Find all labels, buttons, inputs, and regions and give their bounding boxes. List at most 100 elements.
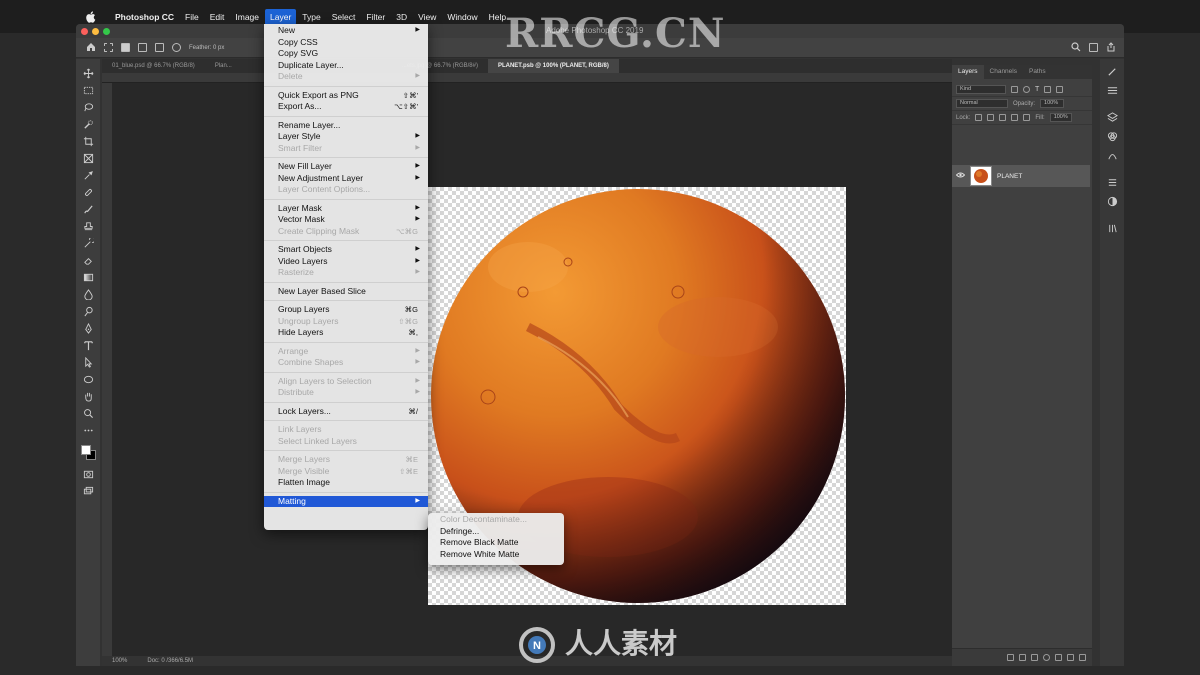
lasso-tool-icon[interactable] [82,101,94,113]
styles-icon[interactable] [1106,195,1118,207]
menu-window[interactable]: Window [442,9,482,25]
workspace-icon[interactable] [1089,43,1098,52]
marquee-icon[interactable] [104,43,113,52]
zoom-tool-icon[interactable] [82,407,94,419]
filter-adjustment-icon[interactable] [1023,86,1030,93]
submenu-item-defringe[interactable]: Defringe... [428,526,564,538]
zoom-window-button[interactable] [103,27,110,35]
menu-edit[interactable]: Edit [205,9,230,25]
history-brush-tool-icon[interactable] [82,237,94,249]
zoom-level[interactable]: 100% [112,658,127,664]
menu-item-new-layer-based-slice[interactable]: New Layer Based Slice [264,286,428,298]
menu-item-smart-objects[interactable]: Smart Objects ▶ [264,244,428,256]
fill-field[interactable]: 100% [1049,113,1072,122]
menu-item-hide-layers[interactable]: Hide Layers ⌘, [264,327,428,339]
menu-item-video-layers[interactable]: Video Layers ▶ [264,256,428,268]
menu-item-new-adjustment-layer[interactable]: New Adjustment Layer ▶ [264,173,428,185]
quick-mask-icon[interactable] [82,468,94,480]
menu-3d[interactable]: 3D [391,9,412,25]
more-tools-icon[interactable] [82,424,94,436]
pen-tool-icon[interactable] [82,322,94,334]
lock-position-icon[interactable] [999,114,1007,121]
move-tool-icon[interactable] [82,67,94,79]
new-layer-icon[interactable] [1067,654,1074,661]
lock-all-icon[interactable] [1023,114,1031,121]
dodge-tool-icon[interactable] [82,305,94,317]
eraser-tool-icon[interactable] [82,254,94,266]
menu-item-rename-layer[interactable]: Rename Layer... [264,120,428,132]
brush-settings-icon[interactable] [1106,65,1118,77]
feather-label[interactable]: Feather: 0 px [189,45,224,51]
filter-smart-icon[interactable] [1056,86,1064,93]
menu-item-matting[interactable]: Matting ▶ [264,495,428,507]
blur-tool-icon[interactable] [82,288,94,300]
submenu-item-remove-black-matte[interactable]: Remove Black Matte [428,537,564,549]
menu-view[interactable]: View [413,9,441,25]
menu-item-layer-mask[interactable]: Layer Mask ▶ [264,203,428,215]
menu-select[interactable]: Select [327,9,361,25]
menu-image[interactable]: Image [230,9,264,25]
apple-icon[interactable] [84,9,98,25]
layer-name[interactable]: PLANET [997,173,1022,180]
menu-item-duplicate-layer[interactable]: Duplicate Layer... [264,60,428,72]
menu-item-export-as[interactable]: Export As... ⌥⇧⌘' [264,101,428,113]
marquee-tool-icon[interactable] [82,84,94,96]
menu-filter[interactable]: Filter [361,9,390,25]
channels-icon[interactable] [1106,130,1118,142]
home-icon[interactable] [86,42,96,54]
libraries-icon[interactable] [1106,222,1118,234]
add-mask-icon[interactable] [1031,654,1038,661]
clone-stamp-tool-icon[interactable] [82,220,94,232]
share-icon[interactable] [1106,41,1116,54]
menu-photoshop[interactable]: Photoshop CC [110,9,179,25]
layer-thumbnail[interactable] [970,166,992,186]
gradient-tool-icon[interactable] [82,271,94,283]
hand-tool-icon[interactable] [82,390,94,402]
new-selection-icon[interactable] [121,43,130,52]
filter-pixel-icon[interactable] [1011,86,1018,93]
menu-item-flatten-image[interactable]: Flatten Image [264,477,428,489]
type-tool-icon[interactable] [82,339,94,351]
blend-mode-select[interactable]: Normal [956,99,1008,108]
menu-item-copy-css[interactable]: Copy CSS [264,37,428,49]
new-adjustment-icon[interactable] [1043,654,1050,661]
link-layers-icon[interactable] [1007,654,1014,661]
path-selection-tool-icon[interactable] [82,356,94,368]
close-window-button[interactable] [81,27,88,35]
layers-panel-icon[interactable] [1106,111,1118,123]
doc-tab[interactable]: 01_blue.psd @ 66.7% (RGB/8) [102,59,205,73]
menu-item-new-fill-layer[interactable]: New Fill Layer ▶ [264,161,428,173]
lock-pixels-icon[interactable] [987,114,995,121]
lock-artboard-icon[interactable] [1011,114,1019,121]
menu-file[interactable]: File [180,9,204,25]
submenu-item-remove-white-matte[interactable]: Remove White Matte [428,549,564,561]
layer-row-planet[interactable]: PLANET [952,165,1090,187]
filter-type-icon[interactable]: T [1035,86,1039,93]
menu-type[interactable]: Type [297,9,325,25]
menu-item-quick-export-as-png[interactable]: Quick Export as PNG ⇧⌘' [264,90,428,102]
filter-kind-select[interactable]: Kind [956,85,1006,94]
visibility-eye-icon[interactable] [955,172,966,180]
filter-shape-icon[interactable] [1044,86,1052,93]
menu-item-group-layers[interactable]: Group Layers ⌘G [264,304,428,316]
paths-icon[interactable] [1106,149,1118,161]
adjustments-icon[interactable] [1106,84,1118,96]
delete-layer-icon[interactable] [1079,654,1086,661]
menu-help[interactable]: Help [484,9,511,25]
menu-item-new[interactable]: New ▶ [264,25,428,37]
menu-item-lock-layers[interactable]: Lock Layers... ⌘/ [264,406,428,418]
opacity-field[interactable]: 100% [1040,99,1065,108]
search-icon[interactable] [1071,41,1081,54]
add-selection-icon[interactable] [138,43,147,52]
crop-tool-icon[interactable] [82,135,94,147]
menu-item-copy-svg[interactable]: Copy SVG [264,48,428,60]
properties-icon[interactable] [1106,176,1118,188]
intersect-selection-icon[interactable] [172,43,181,52]
minimize-window-button[interactable] [92,27,99,35]
menu-item-vector-mask[interactable]: Vector Mask ▶ [264,214,428,226]
healing-brush-tool-icon[interactable] [82,186,94,198]
quick-selection-tool-icon[interactable] [82,118,94,130]
tab-layers[interactable]: Layers [952,65,984,79]
add-style-icon[interactable] [1019,654,1026,661]
lock-transparency-icon[interactable] [975,114,983,121]
